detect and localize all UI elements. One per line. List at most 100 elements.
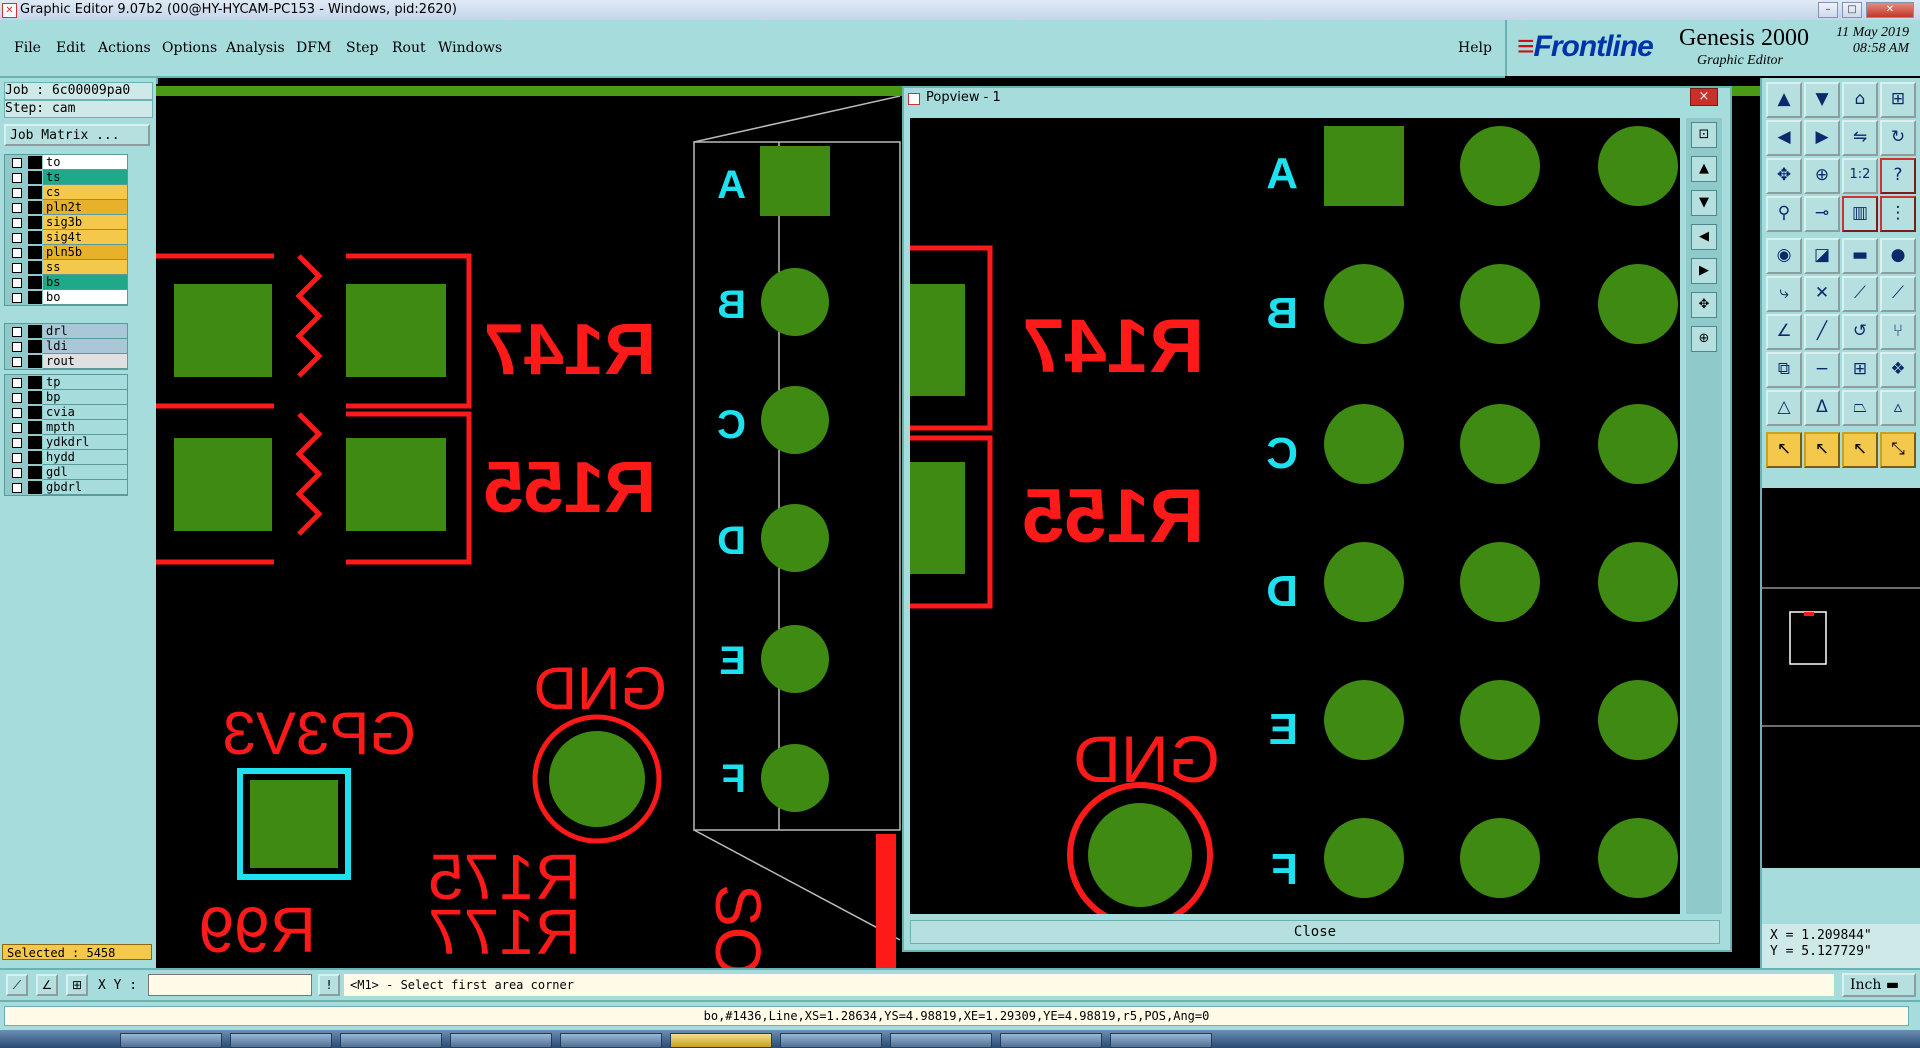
layer-checkbox[interactable] (12, 293, 22, 303)
layer-checkbox[interactable] (12, 342, 22, 352)
menu-windows[interactable]: Windows (438, 40, 502, 56)
menu-edit[interactable]: Edit (56, 40, 85, 56)
layer-row-gdl[interactable]: gdl (5, 465, 127, 480)
zoom-center-icon[interactable]: ⊕ (1804, 158, 1840, 194)
move-icon[interactable]: ⧉ (1766, 352, 1802, 388)
layer-row-gbdrl[interactable]: gbdrl (5, 480, 127, 495)
layer-name[interactable]: ts (43, 170, 127, 185)
layer-row-bo[interactable]: bo (5, 290, 127, 305)
window-split-icon[interactable]: ⊞ (1880, 82, 1916, 118)
layer-row-cs[interactable]: cs (5, 185, 127, 200)
zoom-fit-icon[interactable]: ✥ (1691, 292, 1717, 318)
layer-row-sig4t[interactable]: sig4t (5, 230, 127, 245)
layer-name[interactable]: gbdrl (43, 480, 127, 495)
menu-actions[interactable]: Actions (98, 40, 151, 56)
layer-checkbox[interactable] (12, 378, 22, 388)
layer-row-cvia[interactable]: cvia (5, 405, 127, 420)
group-icon[interactable]: ❖ (1880, 352, 1916, 388)
grid-tool-icon[interactable]: ⊞ (66, 974, 88, 996)
layer-checkbox[interactable] (12, 483, 22, 493)
line-add-icon[interactable]: ◪ (1804, 238, 1840, 274)
layer-name[interactable]: bp (43, 390, 127, 405)
taskbar-item[interactable] (230, 1033, 332, 1048)
taskbar-item[interactable] (340, 1033, 442, 1048)
layer-name[interactable]: sig4t (43, 230, 127, 245)
job-matrix-button[interactable]: Job Matrix ... (4, 124, 150, 146)
pan-right-icon[interactable]: ▶ (1691, 258, 1717, 284)
angle-icon[interactable]: ∠ (1766, 314, 1802, 350)
layer-checkbox[interactable] (12, 218, 22, 228)
layer-name[interactable]: mpth (43, 420, 127, 435)
node-icon[interactable]: ⟋ (1842, 276, 1878, 312)
layer-checkbox[interactable] (12, 203, 22, 213)
popview-canvas[interactable]: R147 R155 GND A B C D E F (910, 118, 1680, 914)
info-icon[interactable]: ! (318, 974, 340, 996)
connect-icon[interactable]: ⤷ (1766, 276, 1802, 312)
triangle-b-icon[interactable]: ▵ (1880, 390, 1916, 426)
layer-checkbox[interactable] (12, 278, 22, 288)
fork-icon[interactable]: ⑂ (1880, 314, 1916, 350)
layer-row-ldi[interactable]: ldi (5, 339, 127, 354)
step-down-icon[interactable]: ▼ (1804, 82, 1840, 118)
layer-name[interactable]: pln5b (43, 245, 127, 260)
taskbar-item[interactable] (120, 1033, 222, 1048)
layer-row-mpth[interactable]: mpth (5, 420, 127, 435)
triangle-icon[interactable]: △ (1766, 390, 1802, 426)
layer-row-rout[interactable]: rout (5, 354, 127, 369)
measure-icon[interactable]: ⊸ (1804, 196, 1840, 232)
layer-name[interactable]: pln2t (43, 200, 127, 215)
taskbar-item[interactable] (1000, 1033, 1102, 1048)
layer-row-bs[interactable]: bs (5, 275, 127, 290)
layer-row-ts[interactable]: ts (5, 170, 127, 185)
popview-close-icon[interactable]: × (1690, 88, 1718, 106)
layer-checkbox[interactable] (12, 158, 22, 168)
layer-row-bp[interactable]: bp (5, 390, 127, 405)
menu-dfm[interactable]: DFM (296, 40, 331, 56)
layer-checkbox[interactable] (12, 248, 22, 258)
layer-name[interactable]: tp (43, 375, 127, 390)
layer-checkbox[interactable] (12, 468, 22, 478)
step-up-icon[interactable]: ▲ (1766, 82, 1802, 118)
layer-name[interactable]: hydd (43, 450, 127, 465)
cross-icon[interactable]: ✕ (1804, 276, 1840, 312)
minimize-button[interactable]: – (1818, 2, 1838, 18)
layer-checkbox[interactable] (12, 327, 22, 337)
taskbar-item[interactable] (560, 1033, 662, 1048)
layer-row-ydkdrl[interactable]: ydkdrl (5, 435, 127, 450)
layer-row-to[interactable]: to (5, 155, 127, 170)
layer-row-ss[interactable]: ss (5, 260, 127, 275)
layer-name[interactable]: sig3b (43, 215, 127, 230)
layer-name[interactable]: to (43, 155, 127, 170)
slash-icon[interactable]: ╱ (1804, 314, 1840, 350)
zoom-home-icon[interactable]: ⊡ (1691, 122, 1717, 148)
window-close-button[interactable]: ✕ (1866, 2, 1914, 18)
zoom-down-icon[interactable]: ▼ (1691, 190, 1717, 216)
pad-add-icon[interactable]: ◉ (1766, 238, 1802, 274)
layer-row-sig3b[interactable]: sig3b (5, 215, 127, 230)
layer-checkbox[interactable] (12, 233, 22, 243)
pan-left-icon[interactable]: ◀ (1766, 120, 1802, 156)
layer-name[interactable]: cvia (43, 405, 127, 420)
triangle-a-icon[interactable]: Δ (1804, 390, 1840, 426)
angle-tool-icon[interactable]: ∠ (36, 974, 58, 996)
layer-checkbox[interactable] (12, 438, 22, 448)
circle-icon[interactable]: ● (1880, 238, 1916, 274)
taskbar-item[interactable] (890, 1033, 992, 1048)
layer-checkbox[interactable] (12, 357, 22, 367)
layer-icon[interactable]: ▥ (1842, 196, 1878, 232)
minus-icon[interactable]: − (1804, 352, 1840, 388)
xy-input[interactable] (148, 974, 312, 996)
popview-close-button[interactable]: Close (910, 920, 1720, 944)
select-net-icon[interactable]: ↖ (1842, 432, 1878, 468)
zoom-fit-icon[interactable]: ✥ (1766, 158, 1802, 194)
zoom-1to2-icon[interactable]: 1:2 (1842, 158, 1878, 194)
arc-icon[interactable]: ↺ (1842, 314, 1878, 350)
layer-row-drl[interactable]: drl (5, 324, 127, 339)
trapezoid-icon[interactable]: ⏢ (1842, 390, 1878, 426)
mirror-icon[interactable]: ⇋ (1842, 120, 1878, 156)
overview-map[interactable] (1762, 488, 1920, 868)
taskbar-item[interactable] (1110, 1033, 1212, 1048)
redraw-icon[interactable]: ↻ (1880, 120, 1916, 156)
menu-rout[interactable]: Rout (392, 40, 426, 56)
menu-help[interactable]: Help (1458, 40, 1492, 56)
